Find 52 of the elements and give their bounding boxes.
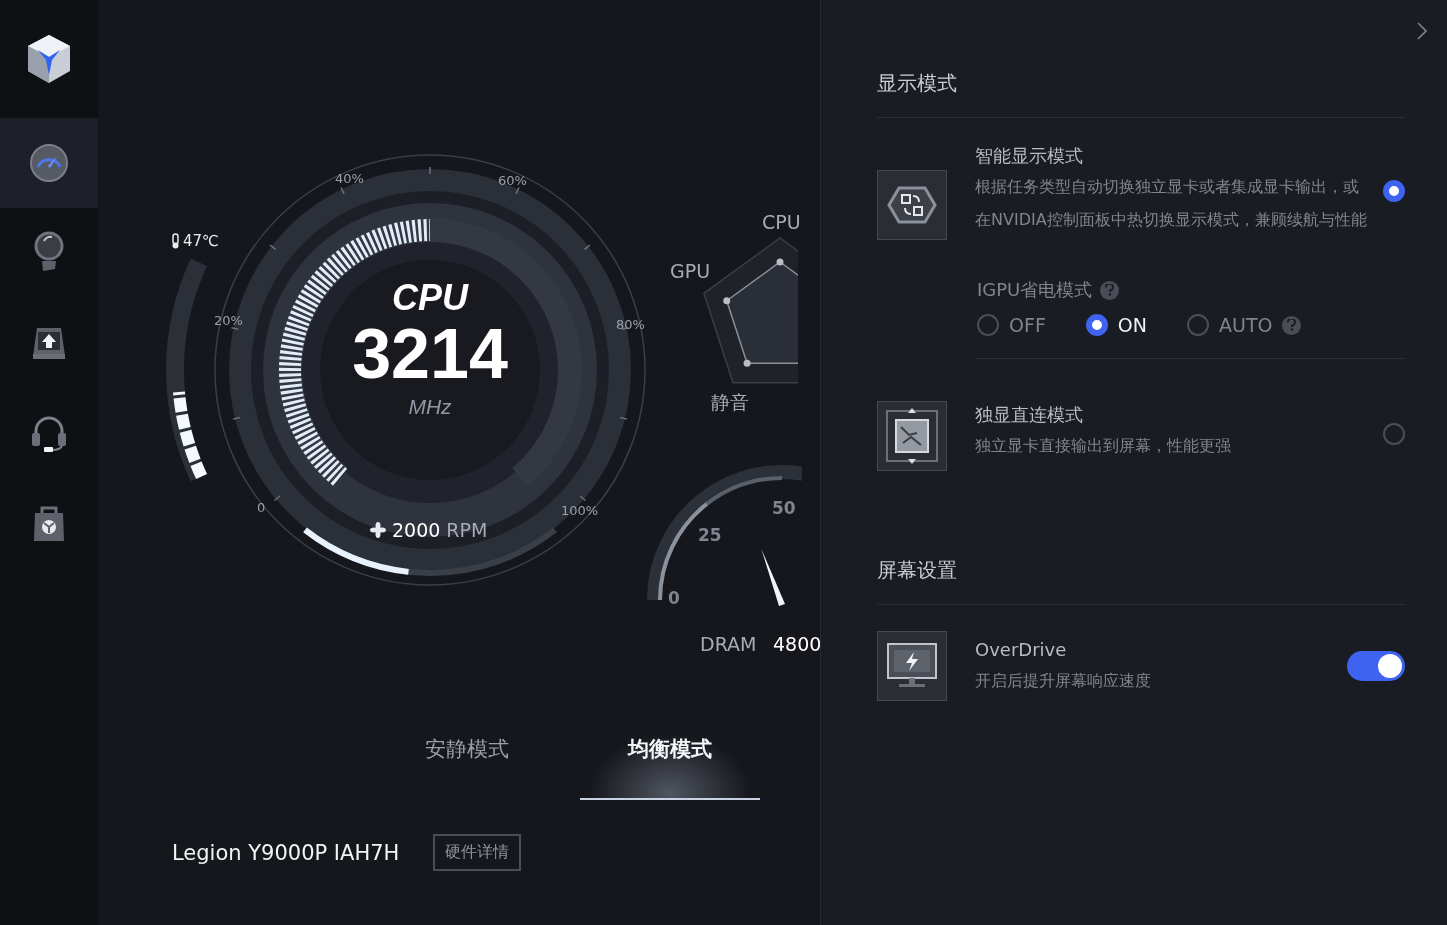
- cpu-frequency-value: 3214: [352, 317, 508, 392]
- gauge-tick-label: 50: [772, 498, 796, 518]
- gauge-tick-label: 80%: [616, 317, 645, 332]
- gauge-tick-label: 60%: [498, 173, 527, 188]
- option-description: 开启后提升屏幕响应速度: [975, 669, 1152, 692]
- help-icon[interactable]: [1100, 280, 1120, 300]
- radar-axis-label: 静音: [711, 390, 749, 415]
- mode-tab[interactable]: 安静模式: [377, 700, 557, 800]
- radio-button[interactable]: [1383, 423, 1405, 445]
- gauge-tick-label: 25: [698, 525, 722, 545]
- gauge-tick-label: 100%: [561, 503, 599, 518]
- temperature-reading: 47℃: [183, 232, 219, 250]
- option-description: 根据任务类型自动切换独立显卡或者集成显卡输出，或在NVIDIA控制面板中热切换显示模式，兼顾续航与性能: [975, 176, 1368, 231]
- radio-button[interactable]: [1383, 180, 1405, 202]
- thermometer-icon: [170, 233, 180, 249]
- radar-point: [723, 297, 731, 305]
- radio-label[interactable]: OFF: [1009, 314, 1046, 336]
- sidebar-item[interactable]: [0, 118, 98, 208]
- gauge-tick-label: 0: [257, 500, 266, 515]
- option-description: 独立显卡直接输出到屏幕，性能更强: [975, 435, 1232, 457]
- igpu-label: IGPU省电模式: [977, 278, 1093, 302]
- dram-value: 4800: [773, 633, 820, 655]
- gauge-title: CPU: [392, 278, 468, 318]
- radar-point: [776, 258, 784, 266]
- fan-speed-unit: RPM: [446, 519, 488, 541]
- option-title: 独显直连模式: [975, 403, 1084, 427]
- chevron-right-icon[interactable]: [1417, 22, 1427, 40]
- radio-button[interactable]: [977, 314, 999, 336]
- fan-speed-value: 2000: [392, 519, 441, 541]
- option-title: 智能显示模式: [975, 144, 1084, 168]
- radio-label[interactable]: AUTO: [1219, 314, 1273, 336]
- device-model: Legion Y9000P IAH7H: [172, 840, 400, 865]
- frequency-unit: MHz: [408, 395, 452, 420]
- radar-point: [743, 359, 751, 367]
- help-icon[interactable]: [1282, 315, 1302, 335]
- section-title: 屏幕设置: [877, 557, 1405, 605]
- gauge-tick-label: 0: [668, 588, 680, 608]
- cube-logo-icon: [26, 33, 72, 85]
- overdrive-toggle[interactable]: [1347, 651, 1405, 681]
- speedometer-icon: [29, 143, 69, 183]
- radar-axis-label: CPU: [762, 211, 801, 233]
- radio-label[interactable]: ON: [1117, 314, 1147, 336]
- gauge-tick-label: 20%: [214, 313, 243, 328]
- radio-button[interactable]: [1085, 314, 1108, 336]
- radio-button[interactable]: [1187, 314, 1209, 336]
- gauge-tick-label: 40%: [335, 171, 364, 186]
- section-title: 显示模式: [877, 0, 1405, 118]
- dram-label: DRAM: [700, 633, 757, 655]
- upload-tray-icon: [31, 326, 67, 360]
- hardware-details-button[interactable]: 硬件详情: [433, 834, 522, 871]
- option-title: OverDrive: [975, 637, 1068, 662]
- radar-axis-label: GPU: [670, 260, 711, 282]
